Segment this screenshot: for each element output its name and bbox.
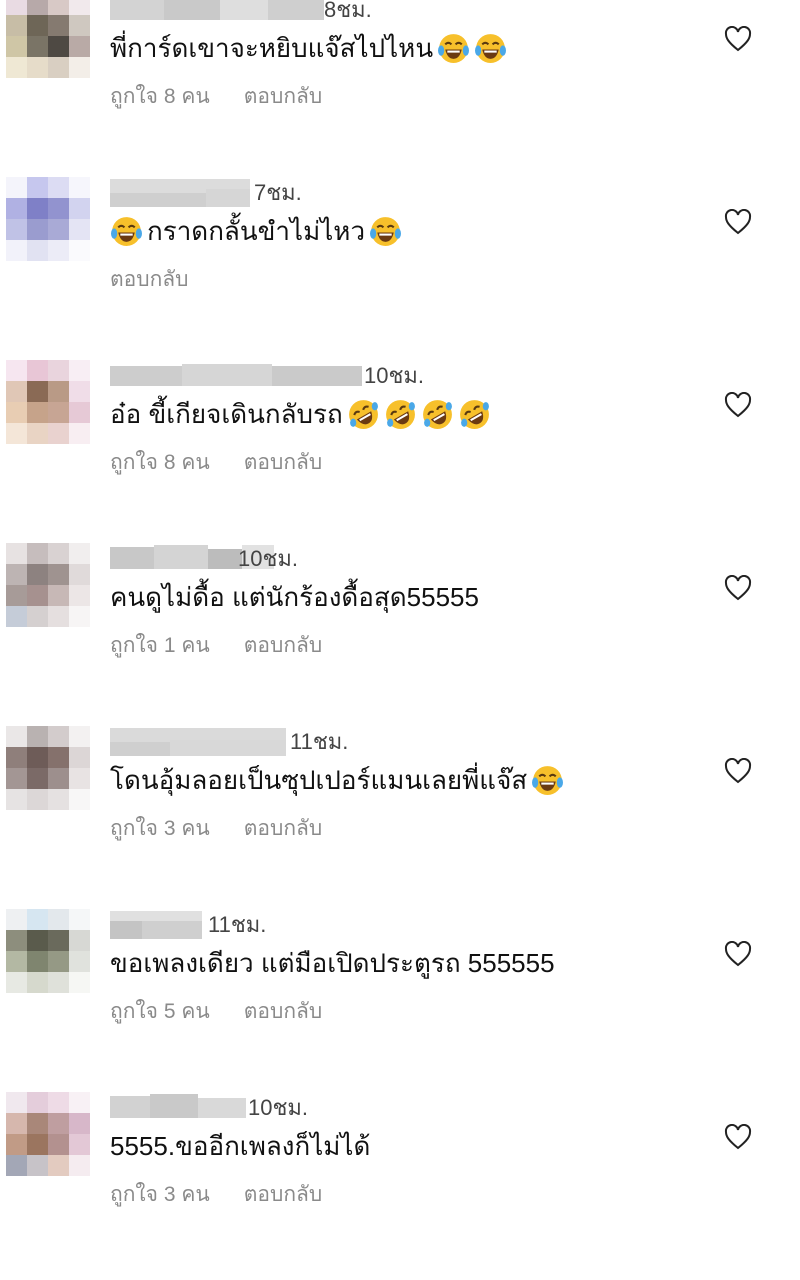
comment-meta: ถูกใจ 8 คน ตอบกลับ — [110, 446, 322, 479]
rolling-on-floor-laughing-emoji — [385, 400, 415, 429]
likes-count[interactable]: ถูกใจ 1 คน — [110, 634, 210, 657]
face-with-tears-of-joy-emoji — [438, 34, 470, 63]
reply-button[interactable]: ตอบกลับ — [110, 268, 189, 291]
comment-text: โดนอุ้มลอยเป็นซุปเปอร์แมนเลยพี่แจ๊ส — [110, 760, 564, 801]
comment-time: 11ชม. — [290, 729, 349, 754]
comment-item: 7ชม. กราดกลั้นขำไม่ไหว ตอบกลับ — [0, 177, 800, 365]
face-with-tears-of-joy-emoji — [532, 766, 564, 795]
comment-item: 10ชม. คนดูไม่ดื้อ แต่นักร้องดื้อสุด55555… — [0, 543, 800, 731]
comment-time: 8ชม. — [324, 0, 372, 22]
heart-outline-icon[interactable] — [724, 26, 752, 52]
comment-text: พี่การ์ดเขาจะหยิบแจ๊สไปไหน — [110, 28, 507, 69]
avatar[interactable] — [6, 177, 90, 261]
comment-meta: ถูกใจ 3 คน ตอบกลับ — [110, 1178, 322, 1211]
rolling-on-floor-laughing-emoji — [459, 400, 489, 429]
avatar[interactable] — [6, 909, 90, 993]
comment-text-content: กราดกลั้นขำไม่ไหว — [147, 216, 366, 246]
comment-item: 10ชม. 5555.ขออีกเพลงก็ไม่ได้ ถูกใจ 3 คน ต… — [0, 1092, 800, 1280]
avatar[interactable] — [6, 726, 90, 810]
likes-count[interactable]: ถูกใจ 5 คน — [110, 1000, 210, 1023]
likes-count[interactable]: ถูกใจ 3 คน — [110, 1183, 210, 1206]
comment-time: 10ชม. — [248, 1095, 309, 1120]
comment-text-content: พี่การ์ดเขาจะหยิบแจ๊สไปไหน — [110, 33, 434, 63]
heart-outline-icon[interactable] — [724, 209, 752, 235]
comment-item: 11ชม. ขอเพลงเดียว แต่มือเปิดประตูรถ 5555… — [0, 909, 800, 1097]
comment-text: 5555.ขออีกเพลงก็ไม่ได้ — [110, 1126, 370, 1167]
rolling-on-floor-laughing-emoji — [348, 400, 378, 429]
comment-text: อ๋อ ขี้เกียจเดินกลับรถ — [110, 394, 491, 435]
comment-meta: ถูกใจ 1 คน ตอบกลับ — [110, 629, 322, 662]
avatar[interactable] — [6, 0, 90, 78]
reply-button[interactable]: ตอบกลับ — [244, 1183, 323, 1206]
comment-meta: ถูกใจ 5 คน ตอบกลับ — [110, 995, 322, 1028]
comment-item: 11ชม. โดนอุ้มลอยเป็นซุปเปอร์แมนเลยพี่แจ๊… — [0, 726, 800, 914]
comment-text-content: ขอเพลงเดียว แต่มือเปิดประตูรถ 555555 — [110, 948, 555, 978]
heart-outline-icon[interactable] — [724, 941, 752, 967]
heart-outline-icon[interactable] — [724, 1124, 752, 1150]
likes-count[interactable]: ถูกใจ 3 คน — [110, 817, 210, 840]
face-with-tears-of-joy-emoji — [475, 34, 507, 63]
rolling-on-floor-laughing-emoji — [422, 400, 452, 429]
reply-button[interactable]: ตอบกลับ — [244, 451, 323, 474]
comment-text: กราดกลั้นขำไม่ไหว — [110, 211, 402, 252]
comment-meta: ถูกใจ 3 คน ตอบกลับ — [110, 812, 322, 845]
face-with-tears-of-joy-emoji — [370, 217, 402, 246]
reply-button[interactable]: ตอบกลับ — [244, 85, 323, 108]
heart-outline-icon[interactable] — [724, 392, 752, 418]
reply-button[interactable]: ตอบกลับ — [244, 817, 323, 840]
comment-text-content: 5555.ขออีกเพลงก็ไม่ได้ — [110, 1131, 371, 1161]
reply-button[interactable]: ตอบกลับ — [244, 634, 323, 657]
comment-item: 8ชม. พี่การ์ดเขาจะหยิบแจ๊สไปไหน ถูกใจ 8 … — [0, 0, 800, 182]
comment-text-content: คนดูไม่ดื้อ แต่นักร้องดื้อสุด55555 — [110, 582, 479, 612]
comment-time: 10ชม. — [364, 363, 425, 388]
comment-time: 11ชม. — [208, 912, 267, 937]
heart-outline-icon[interactable] — [724, 758, 752, 784]
face-with-tears-of-joy-emoji — [111, 217, 142, 246]
reply-button[interactable]: ตอบกลับ — [244, 1000, 323, 1023]
comment-meta: ตอบกลับ — [110, 263, 189, 296]
avatar[interactable] — [6, 543, 90, 627]
comment-text-content: อ๋อ ขี้เกียจเดินกลับรถ — [110, 399, 343, 429]
comment-text: คนดูไม่ดื้อ แต่นักร้องดื้อสุด55555 — [110, 577, 479, 618]
comment-meta: ถูกใจ 8 คน ตอบกลับ — [110, 80, 322, 113]
comment-time: 7ชม. — [254, 180, 302, 205]
avatar[interactable] — [6, 360, 90, 444]
comment-text-content: โดนอุ้มลอยเป็นซุปเปอร์แมนเลยพี่แจ๊ส — [110, 765, 528, 795]
comment-item: 10ชม. อ๋อ ขี้เกียจเดินกลับรถ ถูกใจ 8 คน ต… — [0, 360, 800, 548]
heart-outline-icon[interactable] — [724, 575, 752, 601]
likes-count[interactable]: ถูกใจ 8 คน — [110, 451, 210, 474]
comment-time: 10ชม. — [238, 546, 299, 571]
comment-text: ขอเพลงเดียว แต่มือเปิดประตูรถ 555555 — [110, 943, 555, 984]
avatar[interactable] — [6, 1092, 90, 1176]
likes-count[interactable]: ถูกใจ 8 คน — [110, 85, 210, 108]
